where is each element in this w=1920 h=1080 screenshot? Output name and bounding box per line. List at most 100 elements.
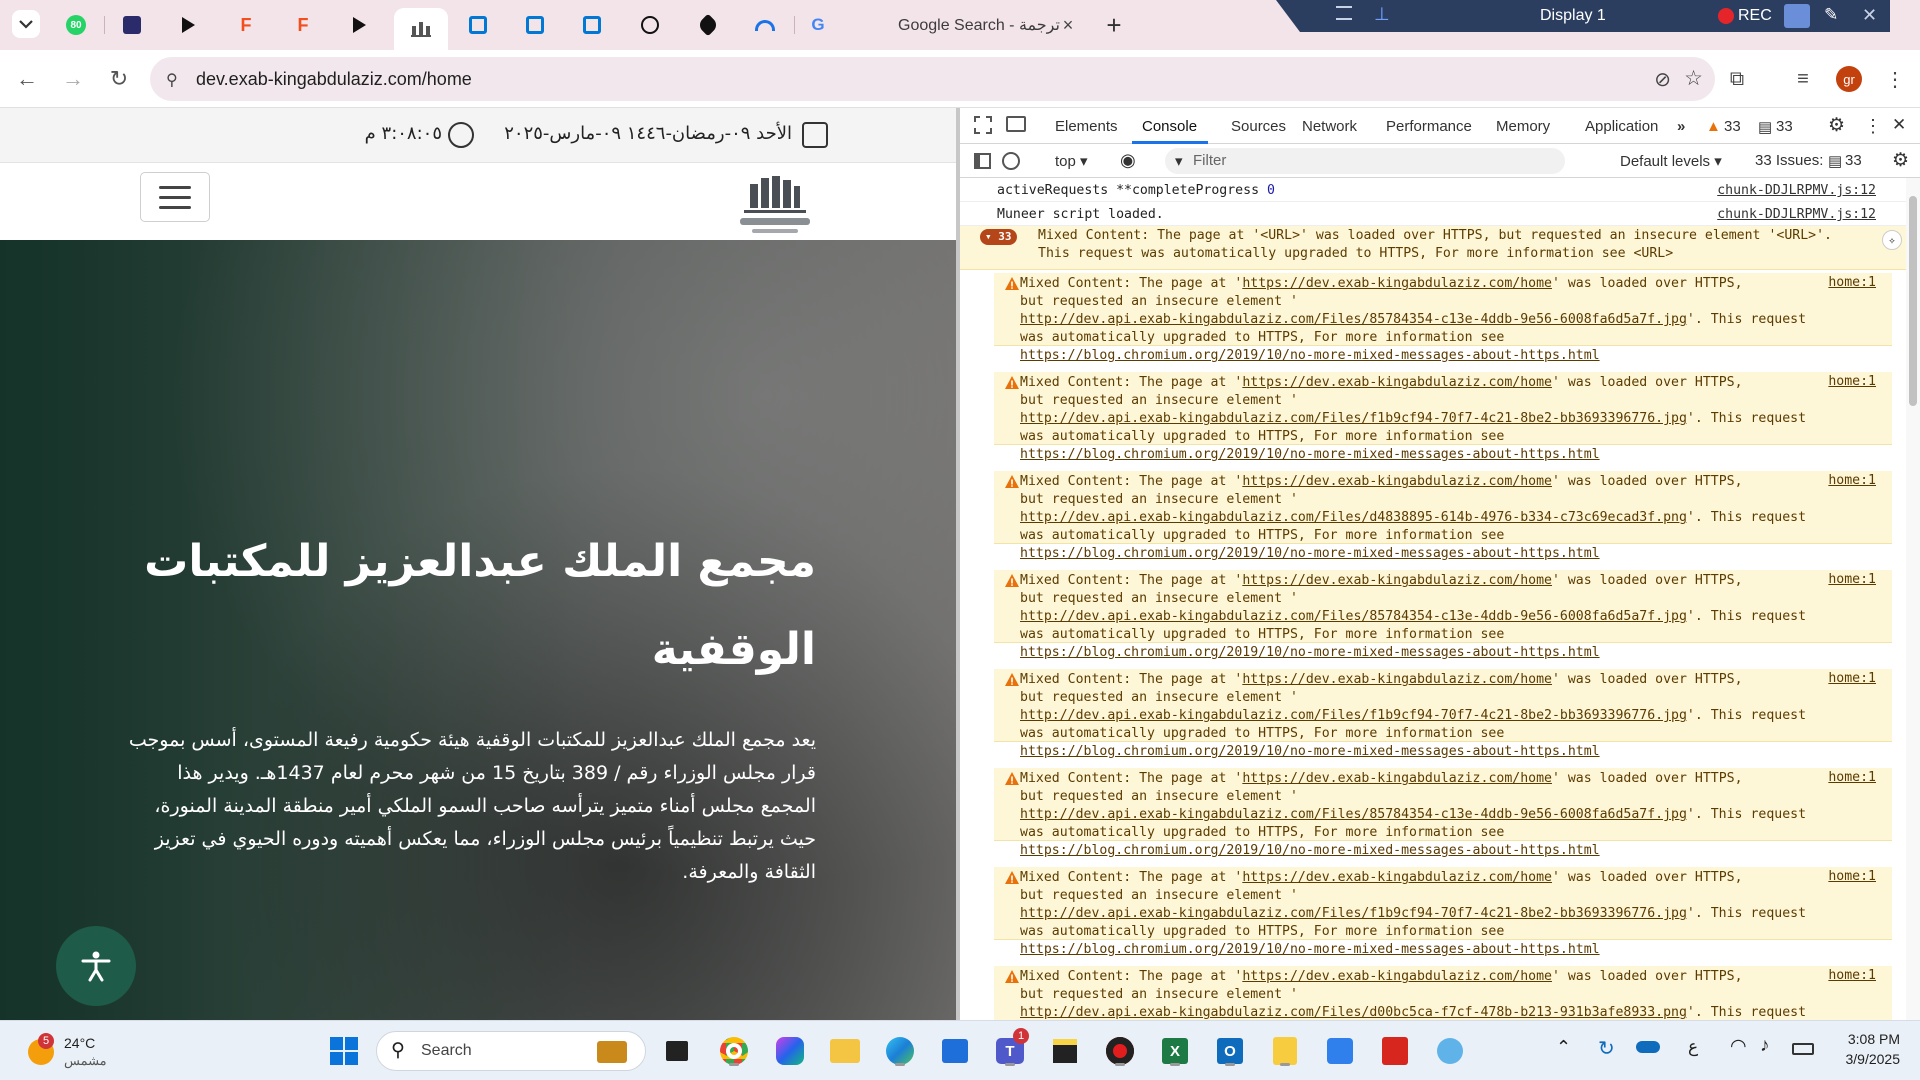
warning-entry[interactable]: Mixed Content: The page at 'https://dev.…	[994, 471, 1892, 561]
show-hidden-icons-chevron[interactable]: ⌃	[1556, 1037, 1571, 1058]
warnings-count[interactable]: 33	[1724, 118, 1741, 135]
camera-icon[interactable]	[1784, 4, 1810, 28]
page-url-link[interactable]: https://dev.exab-kingabdulaziz.com/home	[1242, 969, 1552, 984]
warning-source-link[interactable]: home:1	[1828, 869, 1876, 884]
tab-speed[interactable]	[751, 12, 779, 38]
app-taskbar-button[interactable]	[1323, 1034, 1357, 1068]
close-devtools-icon[interactable]: ✕	[1892, 115, 1906, 135]
warning-entry[interactable]: Mixed Content: The page at 'https://dev.…	[994, 768, 1892, 858]
tab-claude[interactable]	[694, 12, 722, 38]
address-bar[interactable]: ⚲ dev.exab-kingabdulaziz.com/home ⊘ ☆	[150, 57, 1715, 101]
info-url-link[interactable]: https://blog.chromium.org/2019/10/no-mor…	[1020, 843, 1600, 858]
volume-icon[interactable]: ♪	[1760, 1035, 1770, 1057]
battery-icon[interactable]	[1792, 1043, 1814, 1055]
tab-azure-2[interactable]	[521, 12, 549, 38]
tab-active-site[interactable]	[394, 8, 448, 50]
warning-source-link[interactable]: home:1	[1828, 968, 1876, 983]
group-count-badge[interactable]: ▾ 33	[980, 229, 1017, 245]
info-url-link[interactable]: https://blog.chromium.org/2019/10/no-mor…	[1020, 744, 1600, 759]
page-url-link[interactable]: https://dev.exab-kingabdulaziz.com/home	[1242, 474, 1552, 489]
tab-memory[interactable]: Memory	[1496, 118, 1550, 135]
page-url-link[interactable]: https://dev.exab-kingabdulaziz.com/home	[1242, 276, 1552, 291]
warning-source-link[interactable]: home:1	[1828, 671, 1876, 686]
weather-widget[interactable]: 5 24°C مشمس	[24, 1033, 144, 1069]
store-taskbar-button[interactable]	[938, 1034, 972, 1068]
tab-network[interactable]: Network	[1302, 118, 1357, 135]
profile-avatar[interactable]: gr	[1834, 64, 1864, 94]
log-levels-select[interactable]: Default levels ▾	[1620, 152, 1722, 170]
tab-chatgpt[interactable]	[636, 12, 664, 38]
tab-application[interactable]: Application	[1585, 118, 1658, 135]
tab-console[interactable]: Console	[1142, 118, 1197, 135]
back-button[interactable]: ←	[12, 64, 42, 94]
console-scrollbar[interactable]	[1906, 178, 1920, 1020]
settings-gear-icon[interactable]: ⚙	[1828, 114, 1845, 137]
asset-url-link[interactable]: http://dev.api.exab-kingabdulaziz.com/Fi…	[1020, 708, 1687, 723]
asset-url-link[interactable]: http://dev.api.exab-kingabdulaziz.com/Fi…	[1020, 807, 1687, 822]
tab-search-button[interactable]	[12, 10, 40, 38]
console-settings-icon[interactable]: ⚙	[1892, 149, 1909, 172]
warning-source-link[interactable]: home:1	[1828, 374, 1876, 389]
menu-icon[interactable]	[1336, 6, 1352, 20]
m365-taskbar-button[interactable]	[773, 1034, 807, 1068]
taskbar-search[interactable]: ⚲ Search	[376, 1031, 646, 1071]
ai-explain-icon[interactable]: ✧	[1882, 230, 1902, 250]
app-taskbar-button-2[interactable]	[1433, 1034, 1467, 1068]
sidebar-toggle-icon[interactable]	[974, 153, 991, 169]
bookmark-star-icon[interactable]: ☆	[1684, 66, 1703, 91]
tab-close-icon[interactable]: ×	[1056, 12, 1080, 38]
asset-url-link[interactable]: http://dev.api.exab-kingabdulaziz.com/Fi…	[1020, 609, 1687, 624]
warning-entry[interactable]: Mixed Content: The page at 'https://dev.…	[994, 273, 1892, 363]
teams-taskbar-button[interactable]: T1	[993, 1028, 1029, 1068]
eye-off-icon[interactable]: ⊘	[1654, 67, 1671, 92]
tab-azure-3[interactable]	[578, 12, 606, 38]
warning-entry[interactable]: Mixed Content: The page at 'https://dev.…	[994, 372, 1892, 462]
tab-app[interactable]	[118, 12, 146, 38]
warning-source-link[interactable]: home:1	[1828, 473, 1876, 488]
messages-count[interactable]: 33	[1776, 118, 1793, 135]
device-toolbar-icon[interactable]	[1006, 116, 1026, 132]
onedrive-cloud-icon[interactable]	[1636, 1041, 1660, 1053]
asset-url-link[interactable]: http://dev.api.exab-kingabdulaziz.com/Fi…	[1020, 510, 1687, 525]
warning-group[interactable]: ▾ 33 Mixed Content: The page at '<URL>' …	[960, 226, 1906, 270]
site-logo[interactable]	[730, 174, 816, 240]
clock-date[interactable]: 3/9/2025	[1820, 1051, 1901, 1067]
warning-entry[interactable]: Mixed Content: The page at 'https://dev.…	[994, 669, 1892, 759]
asset-url-link[interactable]: http://dev.api.exab-kingabdulaziz.com/Fi…	[1020, 312, 1687, 327]
tab-performance[interactable]: Performance	[1386, 118, 1472, 135]
info-url-link[interactable]: https://blog.chromium.org/2019/10/no-mor…	[1020, 645, 1600, 660]
tab-whatsapp[interactable]: 80	[62, 12, 90, 38]
warning-entry[interactable]: Mixed Content: The page at 'https://dev.…	[994, 966, 1892, 1020]
page-url-link[interactable]: https://dev.exab-kingabdulaziz.com/home	[1242, 672, 1552, 687]
tab-elements[interactable]: Elements	[1055, 118, 1118, 135]
warning-source-link[interactable]: home:1	[1828, 275, 1876, 290]
issues-count[interactable]: 33	[1845, 152, 1862, 169]
more-tabs-icon[interactable]: »	[1677, 118, 1685, 135]
issues-label[interactable]: 33 Issues:	[1755, 152, 1823, 169]
wifi-icon[interactable]: ◠	[1730, 1035, 1747, 1058]
browser-menu-icon[interactable]: ⋮	[1880, 64, 1910, 94]
page-url-link[interactable]: https://dev.exab-kingabdulaziz.com/home	[1242, 771, 1552, 786]
asset-url-link[interactable]: http://dev.api.exab-kingabdulaziz.com/Fi…	[1020, 1005, 1687, 1020]
asset-url-link[interactable]: http://dev.api.exab-kingabdulaziz.com/Fi…	[1020, 906, 1687, 921]
scrollbar-thumb[interactable]	[1909, 196, 1917, 406]
url-text[interactable]: dev.exab-kingabdulaziz.com/home	[196, 69, 472, 90]
outlook-taskbar-button[interactable]: O	[1213, 1034, 1247, 1068]
warning-entry[interactable]: Mixed Content: The page at 'https://dev.…	[994, 570, 1892, 660]
close-icon[interactable]: ✕	[1862, 5, 1877, 26]
sticky-notes-button[interactable]	[1048, 1034, 1082, 1068]
task-view-button[interactable]	[660, 1034, 694, 1068]
warning-entry[interactable]: Mixed Content: The page at 'https://dev.…	[994, 867, 1892, 957]
warning-source-link[interactable]: home:1	[1828, 572, 1876, 587]
clear-console-icon[interactable]	[1002, 152, 1020, 170]
info-url-link[interactable]: https://blog.chromium.org/2019/10/no-mor…	[1020, 942, 1600, 957]
obs-taskbar-button[interactable]	[1103, 1034, 1137, 1068]
log-source-link[interactable]: chunk-DDJLRPMV.js:12	[1717, 207, 1876, 222]
asset-url-link[interactable]: http://dev.api.exab-kingabdulaziz.com/Fi…	[1020, 411, 1687, 426]
sync-icon[interactable]: ↻	[1598, 1036, 1615, 1061]
chrome-taskbar-button[interactable]	[717, 1034, 751, 1068]
notes-taskbar-button[interactable]	[1268, 1034, 1302, 1068]
page-url-link[interactable]: https://dev.exab-kingabdulaziz.com/home	[1242, 573, 1552, 588]
accessibility-button[interactable]	[56, 926, 136, 1006]
forward-button[interactable]: →	[58, 64, 88, 94]
